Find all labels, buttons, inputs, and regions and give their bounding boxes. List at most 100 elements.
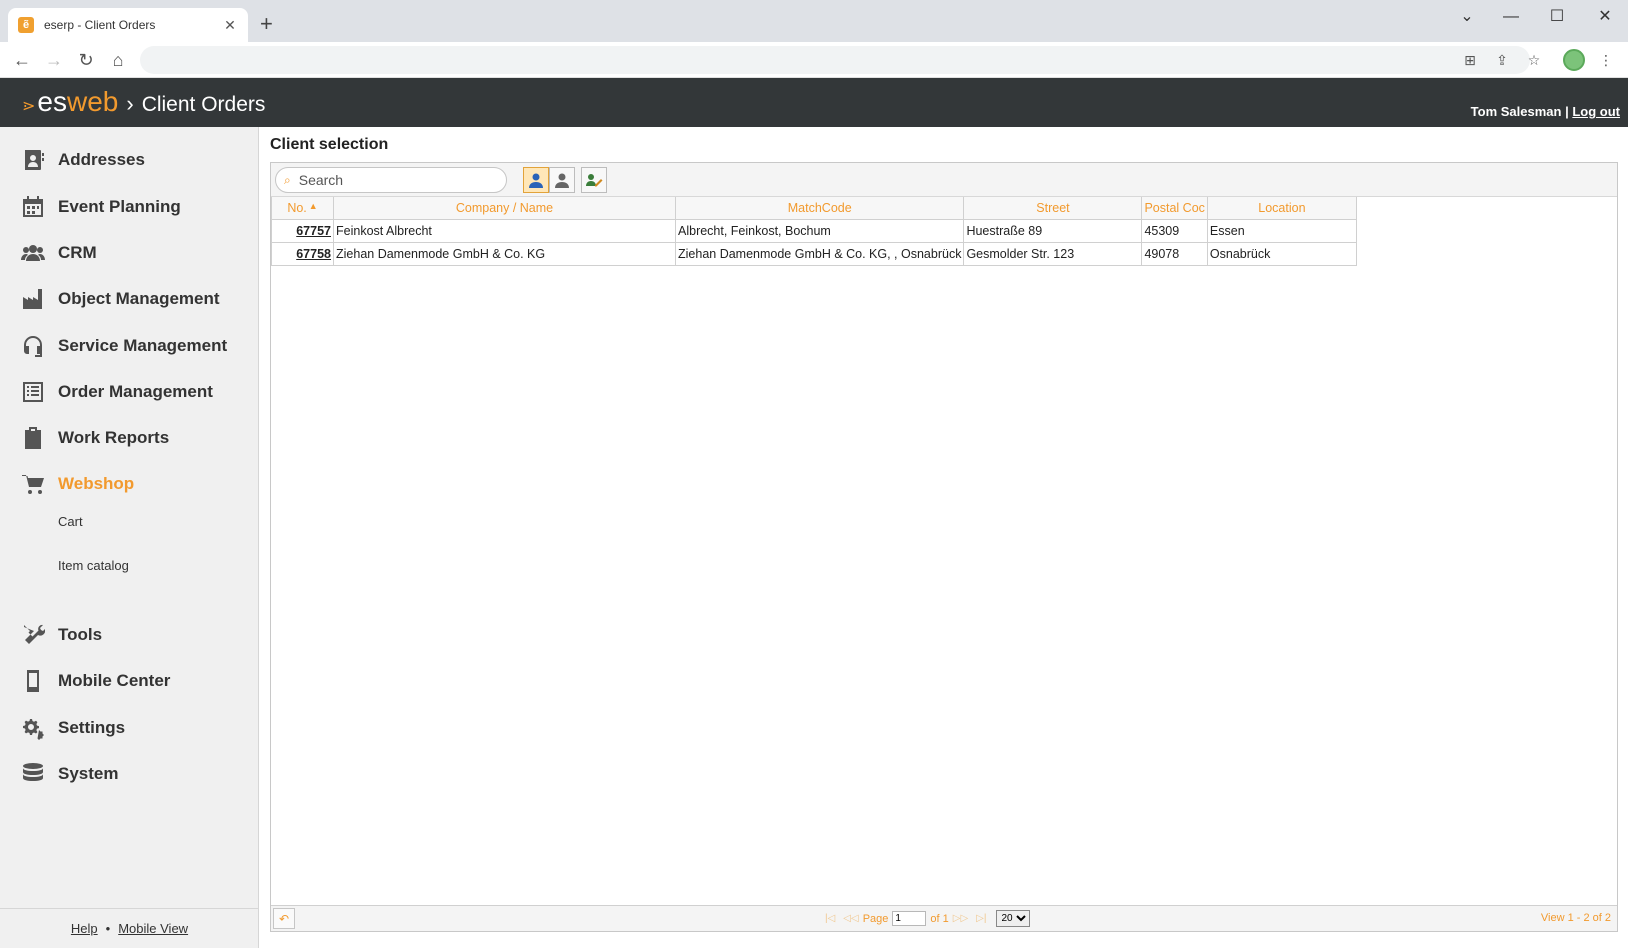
cell-street: Huestraße 89 <box>963 218 1143 243</box>
user-name: Tom Salesman <box>1470 104 1562 119</box>
sidebar-item-webshop[interactable]: Webshop <box>0 464 259 504</box>
client-number-link[interactable]: 67757 <box>271 218 334 243</box>
footer-separator: • <box>105 921 111 936</box>
factory-icon <box>20 286 46 312</box>
column-header-company[interactable]: Company / Name <box>333 197 676 220</box>
client-grid: ⌕ No.▲ Company / Name MatchCode Street P… <box>270 162 1618 932</box>
sidebar-item-order-management[interactable]: Order Management <box>0 372 259 412</box>
sidebar-item-work-reports[interactable]: Work Reports <box>0 418 259 458</box>
sidebar-item-label: Webshop <box>58 474 135 493</box>
client-table: No. ▲ Company / Name MatchCode Street Pos… <box>271 197 1357 266</box>
tab-title: eserp - Client Orders <box>44 18 156 32</box>
column-header-location[interactable]: Location <box>1206 197 1357 220</box>
search-input[interactable] <box>298 172 489 188</box>
filter-person-button[interactable] <box>523 167 549 193</box>
window-close-icon[interactable]: ✕ <box>1590 4 1620 30</box>
sidebar-item-label: Service Management <box>58 336 228 355</box>
help-link[interactable]: Help <box>71 921 98 936</box>
headset-icon <box>20 333 46 359</box>
sidebar-item-label: Object Management <box>58 289 220 308</box>
next-page-icon[interactable]: ▷▷ <box>953 913 968 924</box>
tab-close-icon[interactable]: ✕ <box>222 17 238 34</box>
sidebar-item-object-management[interactable]: Object Management <box>0 279 259 319</box>
bookmark-star-icon[interactable]: ☆ <box>1524 50 1544 70</box>
column-settings-button[interactable] <box>581 167 607 193</box>
sidebar: Addresses Event Planning CRM Object Mana… <box>0 127 259 948</box>
first-page-icon[interactable]: |◁ <box>825 913 835 924</box>
translate-icon[interactable]: ⊞ <box>1460 50 1480 70</box>
browser-menu-icon[interactable]: ⋮ <box>1596 50 1616 70</box>
edit-user-icon <box>586 174 603 187</box>
maximize-icon[interactable]: ☐ <box>1542 4 1572 30</box>
cell-matchcode: Albrecht, Feinkost, Bochum <box>674 218 965 243</box>
sidebar-item-event-planning[interactable]: Event Planning <box>0 187 259 227</box>
page-number-input[interactable] <box>892 911 927 926</box>
table-row[interactable]: 67757 Feinkost Albrecht Albrecht, Feinko… <box>271 218 1357 243</box>
cell-postal: 49078 <box>1141 241 1208 266</box>
profile-avatar[interactable] <box>1563 49 1585 71</box>
last-page-icon[interactable]: ▷| <box>976 913 986 924</box>
users-icon <box>20 240 46 266</box>
browser-tabbar: ẽ eserp - Client Orders ✕ + ⌄ — ☐ ✕ <box>0 0 1628 42</box>
sidebar-item-system[interactable]: System <box>0 754 259 794</box>
sidebar-item-crm[interactable]: CRM <box>0 233 259 273</box>
section-title: Client selection <box>270 136 389 153</box>
minimize-icon[interactable]: — <box>1496 4 1526 30</box>
page-label: Page <box>862 912 889 925</box>
table-row[interactable]: 67758 Ziehan Damenmode GmbH & Co. KG Zie… <box>271 241 1357 266</box>
sidebar-footer: Help • Mobile View <box>0 908 259 948</box>
sidebar-subitem-cart[interactable]: Cart <box>58 514 83 529</box>
cart-icon <box>20 471 46 497</box>
cell-company: Ziehan Damenmode GmbH & Co. KG <box>333 241 676 266</box>
sidebar-item-settings[interactable]: Settings <box>0 708 259 748</box>
prev-page-icon[interactable]: ◁◁ <box>843 913 858 924</box>
sidebar-item-label: Tools <box>58 625 103 644</box>
logo-es: es <box>37 86 67 117</box>
column-header-no[interactable]: No. ▲ <box>271 197 334 220</box>
sidebar-subitem-item-catalog[interactable]: Item catalog <box>58 558 129 573</box>
browser-tab[interactable]: ẽ eserp - Client Orders ✕ <box>8 8 248 42</box>
client-number-link[interactable]: 67758 <box>271 241 334 266</box>
address-bar[interactable] <box>140 46 1530 74</box>
search-icon: ⌕ <box>284 172 291 187</box>
search-box[interactable]: ⌕ <box>275 167 507 193</box>
column-header-postal[interactable]: Postal Coc <box>1141 197 1208 220</box>
sidebar-item-tools[interactable]: Tools <box>0 615 259 655</box>
sort-asc-icon: ▲ <box>308 200 318 211</box>
filter-person-gray-button[interactable] <box>549 167 575 193</box>
tab-search-icon[interactable]: ⌄ <box>1452 4 1482 30</box>
sidebar-item-mobile-center[interactable]: Mobile Center <box>0 661 259 701</box>
sidebar-item-label: Work Reports <box>58 428 170 447</box>
database-icon <box>20 761 46 787</box>
logo-arrow-icon: ⋗ <box>22 98 36 115</box>
share-icon[interactable]: ⇪ <box>1492 50 1512 70</box>
sidebar-item-label: Mobile Center <box>58 671 171 690</box>
column-header-matchcode[interactable]: MatchCode <box>674 197 965 220</box>
cell-company: Feinkost Albrecht <box>333 218 676 243</box>
sidebar-item-addresses[interactable]: Addresses <box>0 140 259 180</box>
cell-matchcode: Ziehan Damenmode GmbH & Co. KG, , Osnabr… <box>674 241 965 266</box>
reload-icon[interactable]: ↻ <box>74 48 98 72</box>
sidebar-item-label: Order Management <box>58 382 213 401</box>
logout-link[interactable]: Log out <box>1572 104 1620 119</box>
sidebar-item-service-management[interactable]: Service Management <box>0 326 259 366</box>
tools-icon <box>20 622 46 648</box>
app-header: ⋗ es web › Client Orders Tom Salesman | … <box>0 78 1628 127</box>
forward-icon[interactable]: → <box>42 48 66 72</box>
person-gray-icon <box>555 173 569 188</box>
undo-back-button[interactable]: ↶ <box>273 908 295 929</box>
back-icon[interactable]: ← <box>10 48 34 72</box>
cell-postal: 45309 <box>1141 218 1208 243</box>
esweb-logo[interactable]: ⋗ es web › Client Orders <box>22 86 265 118</box>
favicon-icon: ẽ <box>18 17 34 33</box>
home-icon[interactable]: ⌂ <box>106 48 130 72</box>
new-tab-icon[interactable]: + <box>260 13 273 35</box>
page-of-label: of 1 <box>930 912 949 925</box>
cell-street: Gesmolder Str. 123 <box>963 241 1143 266</box>
mobile-view-link[interactable]: Mobile View <box>118 921 188 936</box>
column-header-street[interactable]: Street <box>963 197 1143 220</box>
list-icon <box>20 379 46 405</box>
view-info: View 1 - 2 of 2 <box>1540 912 1611 924</box>
page-size-select[interactable]: 20 <box>996 910 1031 927</box>
logo-web: web <box>66 86 119 117</box>
